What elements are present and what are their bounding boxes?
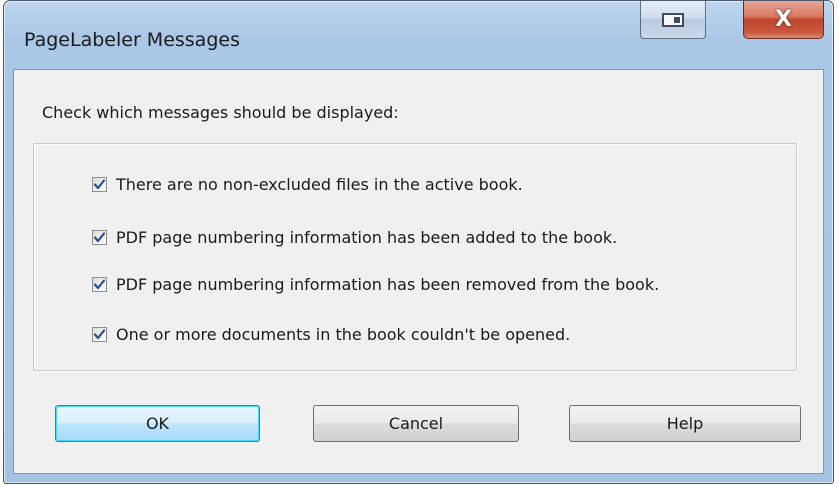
help-button[interactable]: Help — [569, 405, 801, 442]
checkmark-icon — [93, 178, 106, 189]
option-label: One or more documents in the book couldn… — [116, 324, 571, 344]
close-icon: X — [775, 6, 792, 32]
checkmark-icon — [93, 278, 106, 289]
option-page-numbering-removed[interactable]: PDF page numbering information has been … — [92, 273, 659, 295]
restore-button[interactable] — [640, 1, 706, 39]
option-label: PDF page numbering information has been … — [116, 227, 618, 247]
close-button[interactable]: X — [743, 1, 824, 39]
instruction-label: Check which messages should be displayed… — [42, 103, 399, 122]
restore-icon — [662, 12, 684, 27]
window-title: PageLabeler Messages — [24, 29, 240, 51]
checkmark-icon — [93, 231, 106, 242]
checkbox[interactable] — [92, 276, 107, 292]
option-no-non-excluded-files[interactable]: There are no non-excluded files in the a… — [92, 173, 523, 195]
ok-button[interactable]: OK — [55, 405, 260, 442]
option-page-numbering-added[interactable]: PDF page numbering information has been … — [92, 226, 617, 248]
option-label: There are no non-excluded files in the a… — [116, 174, 523, 194]
title-bar[interactable]: PageLabeler Messages X — [4, 1, 833, 69]
checkbox[interactable] — [92, 176, 107, 192]
checkmark-icon — [93, 328, 106, 339]
checkbox[interactable] — [92, 229, 107, 245]
option-documents-not-opened[interactable]: One or more documents in the book couldn… — [92, 323, 570, 345]
option-label: PDF page numbering information has been … — [116, 274, 660, 294]
checkbox[interactable] — [92, 326, 107, 342]
cancel-button[interactable]: Cancel — [313, 405, 519, 442]
